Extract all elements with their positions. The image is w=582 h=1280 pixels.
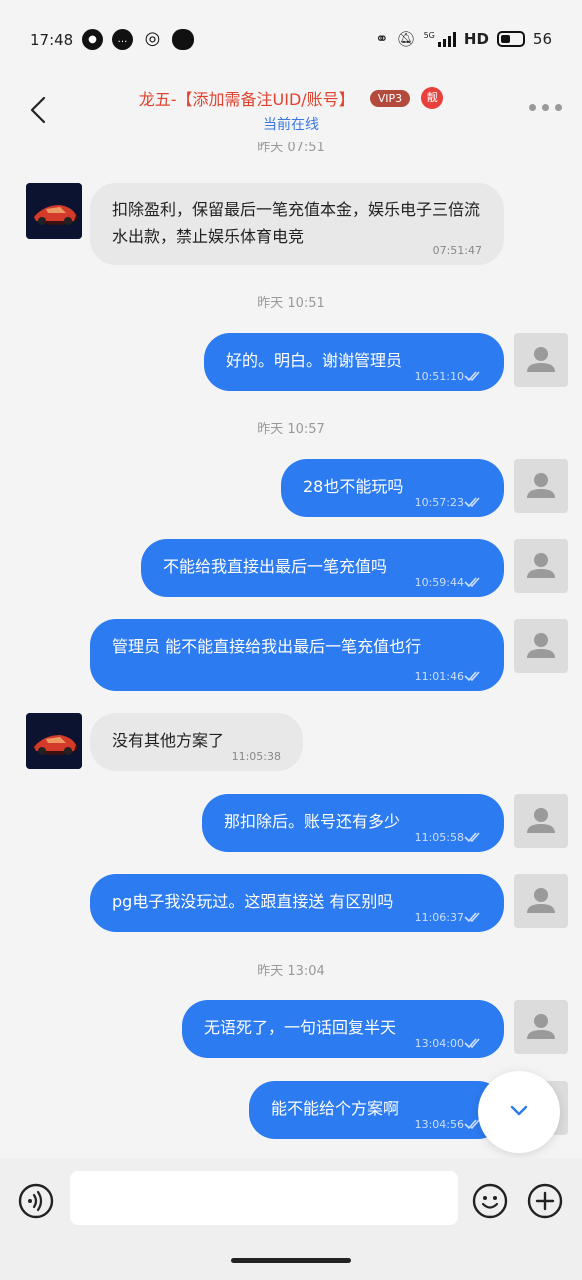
message-time: 11:05:38 xyxy=(231,750,281,763)
outgoing-message-bubble[interactable]: 那扣除后。账号还有多少 11:05:58 xyxy=(202,794,504,852)
message-text: pg电子我没玩过。这跟直接送 有区别吗 xyxy=(112,892,394,911)
message-text: 好的。明白。谢谢管理员 xyxy=(226,351,403,370)
timestamp-divider: 昨天 07:51 xyxy=(257,142,325,155)
voice-input-icon[interactable] xyxy=(18,1183,54,1219)
status-time: 17:48 xyxy=(30,31,74,49)
chat-app-notification-icon: ● xyxy=(82,29,103,50)
message-time: 11:05:58 xyxy=(414,831,464,844)
online-status: 当前在线 xyxy=(263,117,319,133)
cloud-notification-icon xyxy=(172,29,194,50)
message-time: 13:04:00 xyxy=(414,1037,464,1050)
read-receipt-icon xyxy=(464,577,480,588)
read-receipt-icon xyxy=(464,371,480,382)
message-text: 扣除盈利，保留最后一笔充值本金，娱乐电子三倍流水出款，禁止娱乐体育电竞 xyxy=(112,200,481,246)
user-avatar[interactable] xyxy=(514,1000,568,1054)
message-time: 13:04:56 xyxy=(414,1118,464,1131)
read-receipt-icon xyxy=(464,832,480,843)
outgoing-message-bubble[interactable]: 管理员 能不能直接给我出最后一笔充值也行 11:01:46 xyxy=(90,619,504,691)
status-bar: 17:48 ● … ◎ ⚭ 🔕︎ 5G HD 56 xyxy=(0,0,582,80)
timestamp-divider: 昨天 10:51 xyxy=(257,296,325,311)
message-time: 10:57:23 xyxy=(414,496,464,509)
music-notification-icon: ◎ xyxy=(144,28,161,49)
chat-header: 龙五-【添加需备注UID/账号】 VIP3 靓 当前在线 xyxy=(0,80,582,142)
add-attachment-icon[interactable] xyxy=(527,1183,563,1219)
read-receipt-icon xyxy=(464,671,480,682)
message-text: 没有其他方案了 xyxy=(112,731,225,750)
user-placeholder-icon xyxy=(527,347,555,372)
message-text: 28也不能玩吗 xyxy=(303,477,404,496)
user-avatar[interactable] xyxy=(514,539,568,593)
outgoing-message-bubble[interactable]: 好的。明白。谢谢管理员 10:51:10 xyxy=(204,333,504,391)
outgoing-message-bubble[interactable]: 不能给我直接出最后一笔充值吗 10:59:44 xyxy=(141,539,504,597)
user-avatar[interactable] xyxy=(514,459,568,513)
message-time: 11:01:46 xyxy=(414,670,464,683)
message-text-input[interactable] xyxy=(70,1171,458,1225)
outgoing-message-bubble[interactable]: 无语死了，一句话回复半天 13:04:00 xyxy=(182,1000,504,1058)
more-options-icon[interactable] xyxy=(529,104,562,111)
message-time: 10:59:44 xyxy=(414,576,464,589)
network-type: 5G xyxy=(423,30,435,40)
mute-icon: 🔕︎ xyxy=(396,29,416,48)
agent-avatar[interactable] xyxy=(26,713,82,769)
message-time: 11:06:37 xyxy=(414,911,464,924)
message-input-bar xyxy=(0,1158,582,1280)
message-time: 10:51:10 xyxy=(414,370,464,383)
message-notification-icon: … xyxy=(112,29,133,50)
message-text: 不能给我直接出最后一笔充值吗 xyxy=(163,557,388,576)
message-text: 管理员 能不能直接给我出最后一笔充值也行 xyxy=(112,637,422,656)
timestamp-divider: 昨天 13:04 xyxy=(257,964,325,979)
home-indicator[interactable] xyxy=(231,1258,351,1263)
message-text: 能不能给个方案啊 xyxy=(271,1099,400,1118)
scroll-to-bottom-button[interactable] xyxy=(478,1071,560,1153)
message-time: 07:51:47 xyxy=(432,244,482,257)
hot-badge: 靓 xyxy=(421,87,444,109)
emoji-icon[interactable] xyxy=(472,1183,508,1219)
read-receipt-icon xyxy=(464,912,480,923)
read-receipt-icon xyxy=(464,1038,480,1049)
hd-indicator: HD xyxy=(463,29,489,48)
battery-icon xyxy=(496,30,525,47)
message-text: 那扣除后。账号还有多少 xyxy=(224,812,401,831)
chat-title[interactable]: 龙五-【添加需备注UID/账号】 xyxy=(139,90,355,109)
message-text: 无语死了，一句话回复半天 xyxy=(204,1018,397,1037)
agent-avatar[interactable] xyxy=(26,183,82,239)
vip-badge: VIP3 xyxy=(369,89,411,107)
incoming-message-bubble[interactable]: 扣除盈利，保留最后一笔充值本金，娱乐电子三倍流水出款，禁止娱乐体育电竞 07:5… xyxy=(90,183,504,265)
outgoing-message-bubble[interactable]: 能不能给个方案啊 13:04:56 xyxy=(249,1081,504,1139)
outgoing-message-bubble[interactable]: pg电子我没玩过。这跟直接送 有区别吗 11:06:37 xyxy=(90,874,504,932)
user-avatar[interactable] xyxy=(514,333,568,387)
chat-message-list[interactable]: 昨天 07:51 扣除盈利，保留最后一笔充值本金，娱乐电子三倍流水出款，禁止娱乐… xyxy=(0,142,582,1158)
link-icon: ⚭ xyxy=(375,29,389,48)
signal-icon: 5G xyxy=(424,31,456,47)
user-avatar[interactable] xyxy=(514,874,568,928)
outgoing-message-bubble[interactable]: 28也不能玩吗 10:57:23 xyxy=(281,459,504,517)
read-receipt-icon xyxy=(464,497,480,508)
user-avatar[interactable] xyxy=(514,619,568,673)
user-avatar[interactable] xyxy=(514,794,568,848)
incoming-message-bubble[interactable]: 没有其他方案了 11:05:38 xyxy=(90,713,303,771)
battery-level: 56 xyxy=(532,29,552,48)
timestamp-divider: 昨天 10:57 xyxy=(257,422,325,437)
chevron-down-icon xyxy=(510,1105,528,1116)
